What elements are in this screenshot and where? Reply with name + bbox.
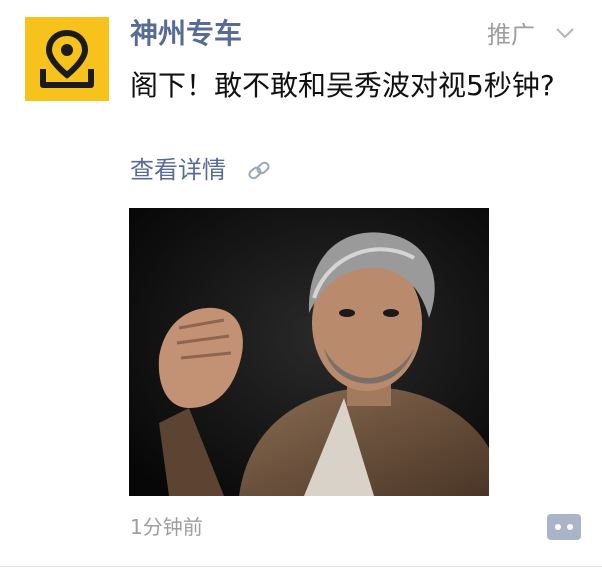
account-name[interactable]: 神州专车 xyxy=(130,14,242,54)
comment-dots-icon xyxy=(567,524,573,530)
post-text: 阁下！敢不敢和吴秀波对视5秒钟? xyxy=(130,69,555,102)
comment-dots-icon xyxy=(555,524,561,530)
comment-button[interactable] xyxy=(547,514,581,540)
account-avatar[interactable] xyxy=(25,17,109,101)
promo-label[interactable]: 推广 xyxy=(487,18,535,52)
divider xyxy=(0,566,602,567)
location-pin-logo-icon xyxy=(40,29,94,88)
ad-photo-image xyxy=(129,208,489,496)
view-details-link[interactable]: 查看详情 xyxy=(130,152,226,188)
chevron-down-icon[interactable] xyxy=(555,26,575,40)
ad-photo[interactable] xyxy=(129,208,489,496)
post-timestamp: 1分钟前 xyxy=(130,515,203,539)
link-chain-icon[interactable] xyxy=(247,160,271,182)
